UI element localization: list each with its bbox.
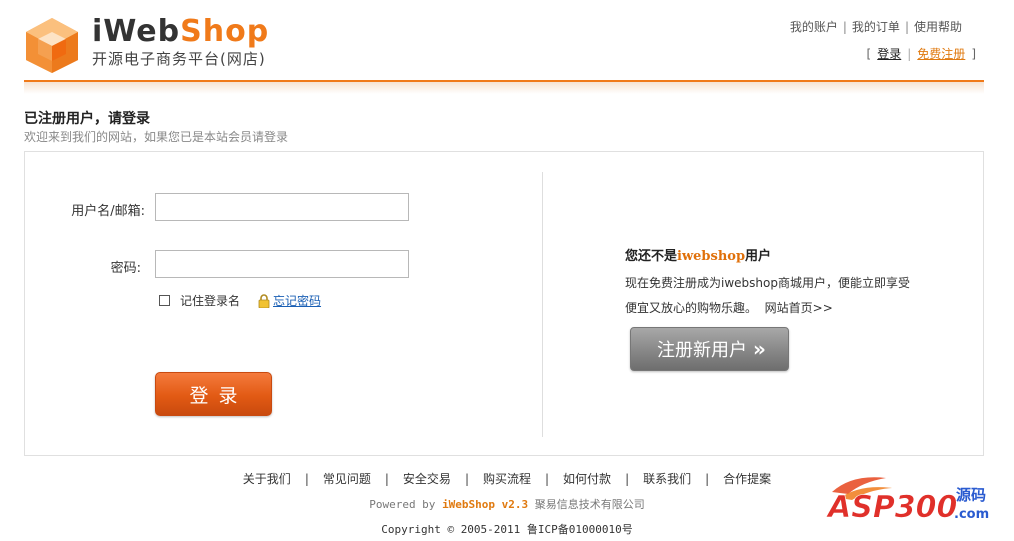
username-input[interactable] [155, 193, 409, 221]
panel-divider [542, 172, 543, 437]
powered-brand: iWebShop v2.3 [442, 498, 529, 511]
login-button[interactable]: 登录 [155, 372, 272, 416]
home-link[interactable]: 网站首页>> [765, 301, 833, 315]
my-orders-link[interactable]: 我的订单 [852, 18, 900, 35]
remember-checkbox[interactable] [159, 295, 170, 306]
auth-links: [登录 | 免费注册] [866, 47, 976, 61]
register-link[interactable]: 免费注册 [917, 47, 965, 61]
my-account-link[interactable]: 我的账户 [790, 18, 838, 35]
footer-link-contact[interactable]: 联系我们 [643, 472, 691, 486]
password-label: 密码: [110, 261, 141, 276]
cube-logo-icon [26, 18, 78, 73]
register-button[interactable]: 注册新用户» [630, 327, 789, 371]
brand-subtitle: 开源电子商务平台(网店) [92, 50, 266, 68]
powered-company: 聚易信息技术有限公司 [528, 498, 645, 511]
top-links: 我的账户 | 我的订单 | 使用帮助 [789, 18, 962, 35]
register-title-post: 用户 [745, 249, 772, 264]
help-link[interactable]: 使用帮助 [914, 18, 962, 35]
register-title-pre: 您还不是 [625, 249, 678, 264]
remember-row: 记住登录名 忘记密码 [159, 292, 321, 309]
footer-link-cooperation[interactable]: 合作提案 [723, 472, 771, 486]
register-desc-line2: 便宜又放心的购物乐趣。 网站首页>> [625, 296, 925, 321]
watermark-text-cn: 源码 [956, 486, 986, 504]
asp300-watermark-logo: ASP300 源码 .com [826, 477, 989, 525]
footer-link-security[interactable]: 安全交易 [403, 472, 451, 486]
footer-link-process[interactable]: 购买流程 [483, 472, 531, 486]
password-input[interactable] [155, 250, 409, 278]
double-chevron-right-icon: » [753, 337, 766, 361]
header-shadow [24, 82, 984, 94]
brand-web: iWeb [92, 14, 181, 49]
powered-pre: Powered by [369, 498, 443, 511]
page-subtitle: 欢迎来到我们的网站，如果您已是本站会员请登录 [24, 130, 289, 144]
register-desc-text: 便宜又放心的购物乐趣。 [625, 301, 758, 315]
login-panel: 用户名/邮箱: 密码: 记住登录名 忘记密码 登录 您还不是iwebshop用户… [24, 151, 984, 456]
forgot-password-link[interactable]: 忘记密码 [273, 292, 321, 309]
footer-link-about[interactable]: 关于我们 [243, 472, 291, 486]
register-title-brand: iwebshop [677, 249, 746, 264]
login-link[interactable]: 登录 [877, 47, 901, 61]
footer-link-faq[interactable]: 常见问题 [323, 472, 371, 486]
brand-shop: Shop [180, 14, 270, 49]
lock-icon [258, 293, 270, 308]
page-title: 已注册用户，请登录 [24, 111, 150, 127]
register-button-label: 注册新用户 [657, 340, 748, 361]
brand-name: iWebShop [92, 14, 269, 49]
register-description: 现在免费注册成为iwebshop商城用户，便能立即享受 便宜又放心的购物乐趣。 … [625, 271, 925, 321]
register-title: 您还不是iwebshop用户 [625, 245, 771, 264]
watermark-text-domain: .com [954, 507, 989, 522]
register-desc-line1: 现在免费注册成为iwebshop商城用户，便能立即享受 [625, 276, 910, 290]
username-label: 用户名/邮箱: [71, 204, 145, 219]
site-header: iWebShop 开源电子商务平台(网店) 我的账户 | 我的订单 | 使用帮助 [登录… [24, 0, 984, 82]
remember-label: 记住登录名 [180, 294, 241, 308]
watermark-text-main: ASP300 [826, 490, 957, 525]
footer-link-payment[interactable]: 如何付款 [563, 472, 611, 486]
